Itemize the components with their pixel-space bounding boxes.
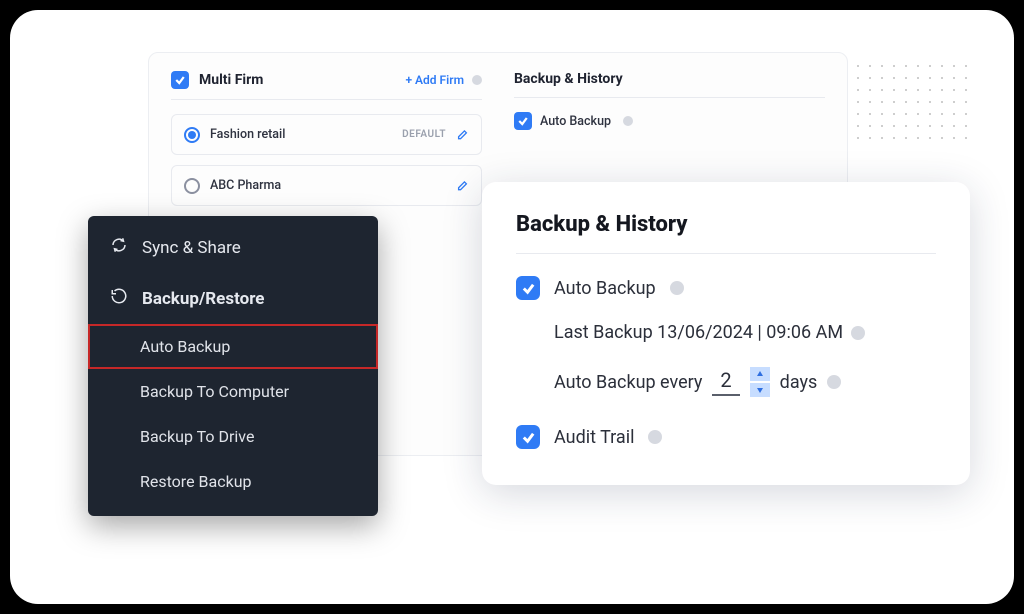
auto-backup-checkbox-small[interactable] [514,112,532,130]
sync-icon [110,236,128,259]
radio-icon[interactable] [184,178,200,194]
audit-trail-label: Audit Trail [554,427,634,448]
multi-firm-title: Multi Firm [199,72,263,88]
card-title: Backup & History [516,212,936,254]
restore-icon [110,287,128,310]
firm-row-1[interactable]: ABC Pharma [171,165,482,206]
submenu-backup-drive[interactable]: Backup To Drive [88,414,378,459]
audit-trail-checkbox[interactable] [516,425,540,449]
firm-name: ABC Pharma [210,178,281,193]
step-down-icon[interactable] [750,383,770,397]
backup-history-card: Backup & History Auto Backup Last Backup… [482,182,970,485]
info-icon [472,75,482,85]
menu-backup-restore[interactable]: Backup/Restore [88,273,378,324]
menu-sync-share[interactable]: Sync & Share [88,222,378,273]
info-icon [670,281,684,295]
menu-label: Backup/Restore [142,289,264,309]
edit-icon[interactable] [456,125,469,144]
submenu-auto-backup[interactable]: Auto Backup [88,324,378,369]
backup-history-title: Backup & History [514,71,623,87]
app-canvas: Multi Firm + Add Firm Fashion retail DEF… [10,10,1014,604]
default-badge: DEFAULT [402,129,446,140]
freq-suffix: days [780,372,818,393]
dark-sidebar-menu: Sync & Share Backup/Restore Auto Backup … [88,216,378,516]
edit-icon[interactable] [456,176,469,195]
auto-backup-label-small: Auto Backup [540,114,611,129]
add-firm-button[interactable]: + Add Firm [405,73,464,87]
info-icon [623,116,633,126]
firm-name: Fashion retail [210,127,285,142]
info-icon [648,430,662,444]
info-icon [827,375,841,389]
multi-firm-checkbox[interactable] [171,71,189,89]
radio-icon[interactable] [184,127,200,143]
submenu-restore-backup[interactable]: Restore Backup [88,459,378,504]
firm-row-0[interactable]: Fashion retail DEFAULT [171,114,482,155]
last-backup-text: Last Backup 13/06/2024 | 09:06 AM [554,322,843,343]
freq-value[interactable]: 2 [712,368,739,396]
submenu-backup-computer[interactable]: Backup To Computer [88,369,378,414]
info-icon [851,326,865,340]
auto-backup-label: Auto Backup [554,278,656,299]
step-up-icon[interactable] [750,367,770,381]
freq-stepper[interactable] [750,367,770,397]
menu-label: Sync & Share [142,238,241,258]
auto-backup-checkbox[interactable] [516,276,540,300]
freq-prefix: Auto Backup every [554,372,702,393]
